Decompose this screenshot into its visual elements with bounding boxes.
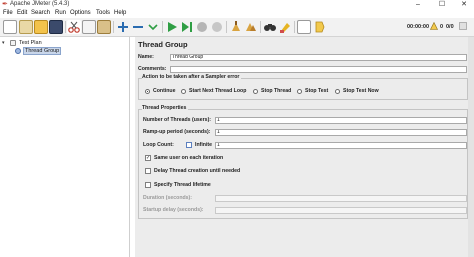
close-button[interactable]: ✕ bbox=[457, 0, 471, 9]
menu-run[interactable]: Run bbox=[55, 10, 66, 17]
open-icon[interactable] bbox=[34, 20, 48, 34]
startup-delay-field[interactable] bbox=[215, 207, 467, 214]
toggle-icon[interactable] bbox=[146, 20, 160, 34]
expand-icon[interactable] bbox=[116, 20, 130, 34]
same-user-label: Same user on each iteration bbox=[154, 155, 224, 161]
copy-icon[interactable] bbox=[82, 20, 96, 34]
toolbar-separator bbox=[226, 21, 227, 33]
activity-icon bbox=[459, 22, 467, 30]
start-icon[interactable] bbox=[165, 20, 179, 34]
minimize-button[interactable]: – bbox=[411, 0, 425, 9]
num-threads-label: Number of Threads (users): bbox=[143, 117, 212, 123]
maximize-button[interactable]: ☐ bbox=[435, 0, 449, 9]
radio-start-next-loop-label: Start Next Thread Loop bbox=[189, 88, 247, 94]
specify-lifetime-checkbox[interactable] bbox=[145, 182, 151, 188]
test-plan-icon bbox=[10, 40, 16, 46]
sampler-error-title: Action to be taken after a Sampler error bbox=[142, 74, 242, 81]
delay-thread-checkbox[interactable] bbox=[145, 168, 151, 174]
clear-icon[interactable] bbox=[229, 20, 243, 34]
toolbar-separator bbox=[65, 21, 66, 33]
collapse-icon[interactable] bbox=[131, 20, 145, 34]
toolbar-separator bbox=[113, 21, 114, 33]
num-threads-field[interactable]: 1 bbox=[215, 117, 467, 124]
warning-icon[interactable] bbox=[430, 21, 438, 30]
radio-stop-test-now-label: Stop Test Now bbox=[343, 88, 379, 94]
page-title: Thread Group bbox=[138, 40, 188, 49]
shutdown-icon[interactable] bbox=[210, 20, 224, 34]
tree-item-test-plan[interactable]: ▾ Test Plan bbox=[2, 39, 122, 47]
duration-field[interactable] bbox=[215, 195, 467, 202]
menu-tools[interactable]: Tools bbox=[96, 10, 110, 17]
templates-icon[interactable] bbox=[19, 20, 33, 34]
tree-item-thread-group[interactable]: Thread Group bbox=[14, 47, 66, 55]
menu-options[interactable]: Options bbox=[70, 10, 91, 17]
comments-label: Comments: bbox=[138, 66, 167, 72]
ramp-up-field[interactable]: 1 bbox=[215, 129, 467, 136]
infinite-checkbox[interactable] bbox=[186, 142, 192, 148]
sampler-error-group bbox=[138, 78, 468, 100]
infinite-label: Infinite bbox=[195, 142, 213, 148]
thread-properties-title: Thread Properties bbox=[142, 105, 189, 112]
help-icon[interactable] bbox=[312, 20, 326, 34]
clear-all-icon[interactable] bbox=[244, 20, 258, 34]
toolbar-separator bbox=[294, 21, 295, 33]
toolbar: 00:00:00 0 0/0 bbox=[0, 18, 474, 37]
window-title: Apache JMeter (5.4.3) bbox=[10, 1, 70, 7]
delay-thread-label: Delay Thread creation until needed bbox=[154, 168, 241, 174]
radio-continue[interactable] bbox=[145, 89, 150, 94]
tree-item-label: Test Plan bbox=[19, 40, 42, 46]
name-label: Name: bbox=[138, 54, 154, 60]
radio-stop-test-now[interactable] bbox=[335, 89, 340, 94]
thread-properties-group bbox=[138, 109, 468, 219]
radio-start-next-loop[interactable] bbox=[181, 89, 186, 94]
panel-scrollbar[interactable] bbox=[468, 37, 474, 257]
menu-search[interactable]: Search bbox=[31, 10, 50, 17]
thread-group-panel: Thread Group Name: Thread Group Comments… bbox=[135, 37, 474, 257]
toolbar-separator bbox=[162, 21, 163, 33]
duration-label: Duration (seconds): bbox=[143, 195, 192, 201]
title-bar: ✒ Apache JMeter (5.4.3) – ☐ ✕ bbox=[0, 0, 474, 9]
thread-group-icon bbox=[15, 48, 21, 54]
startup-delay-label: Startup delay (seconds): bbox=[143, 207, 204, 213]
jmeter-feather-icon: ✒ bbox=[2, 1, 8, 8]
new-icon[interactable] bbox=[3, 20, 17, 34]
function-helper-icon[interactable] bbox=[297, 20, 311, 34]
radio-stop-test[interactable] bbox=[297, 89, 302, 94]
name-field[interactable]: Thread Group bbox=[170, 54, 467, 61]
menu-help[interactable]: Help bbox=[114, 10, 126, 17]
paste-icon[interactable] bbox=[97, 20, 111, 34]
menu-bar: File Edit Search Run Options Tools Help bbox=[0, 9, 474, 18]
thread-count: 0/0 bbox=[446, 24, 454, 30]
tree-expand-icon[interactable]: ▾ bbox=[2, 39, 7, 47]
save-icon[interactable] bbox=[49, 20, 63, 34]
stop-icon[interactable] bbox=[195, 20, 209, 34]
menu-edit[interactable]: Edit bbox=[17, 10, 27, 17]
start-no-pauses-icon[interactable] bbox=[180, 20, 194, 34]
radio-continue-label: Continue bbox=[153, 88, 176, 94]
radio-stop-thread-label: Stop Thread bbox=[261, 88, 292, 94]
elapsed-time: 00:00:00 bbox=[407, 24, 430, 30]
cut-icon[interactable] bbox=[67, 20, 81, 34]
comments-field[interactable] bbox=[170, 66, 467, 73]
warning-count: 0 bbox=[440, 24, 444, 30]
radio-stop-thread[interactable] bbox=[253, 89, 258, 94]
test-plan-tree: ▾ Test Plan Thread Group bbox=[0, 37, 130, 257]
menu-file[interactable]: File bbox=[3, 10, 13, 17]
tree-item-label: Thread Group bbox=[23, 47, 62, 55]
radio-stop-test-label: Stop Test bbox=[305, 88, 329, 94]
loop-count-label: Loop Count: bbox=[143, 142, 174, 148]
reset-search-icon[interactable] bbox=[278, 20, 292, 34]
ramp-up-label: Ramp-up period (seconds): bbox=[143, 129, 211, 135]
search-icon[interactable] bbox=[263, 20, 277, 34]
toolbar-separator bbox=[260, 21, 261, 33]
specify-lifetime-label: Specify Thread lifetime bbox=[154, 182, 211, 188]
same-user-checkbox[interactable]: ✓ bbox=[145, 155, 151, 161]
loop-count-field[interactable]: 1 bbox=[215, 142, 467, 149]
